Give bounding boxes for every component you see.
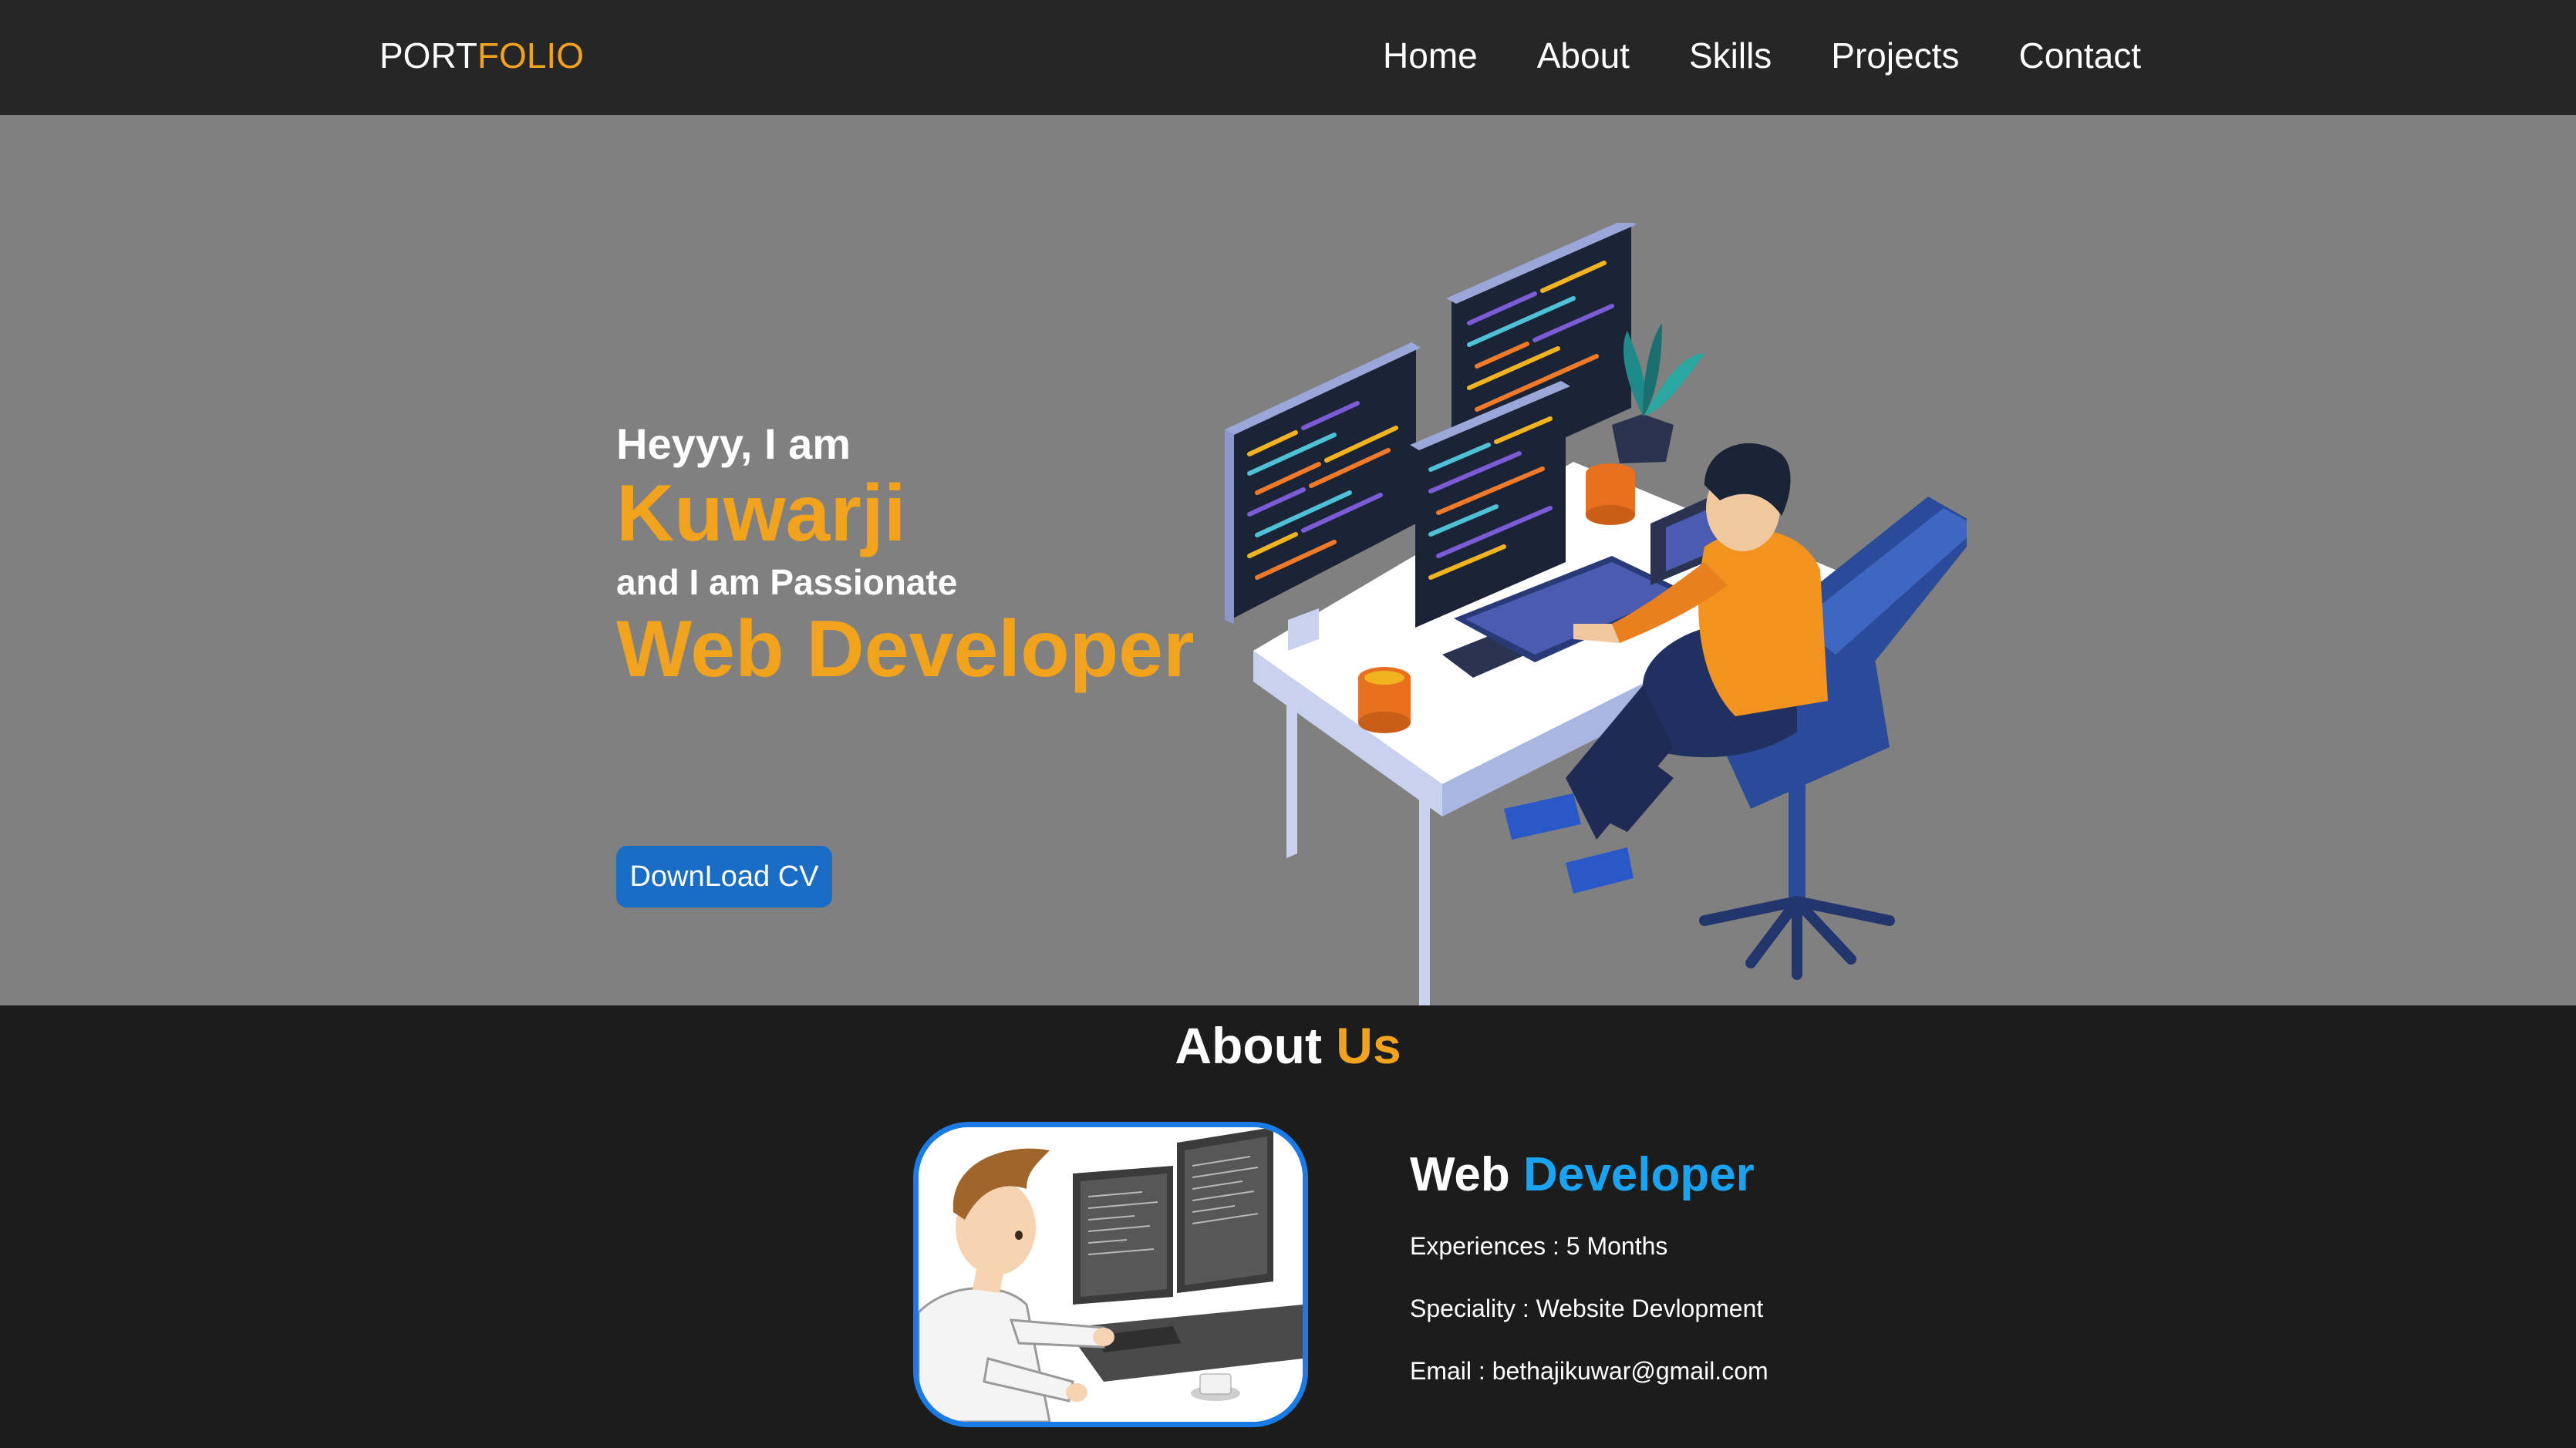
- nav-link-contact[interactable]: Contact: [2018, 35, 2141, 76]
- nav-link-about[interactable]: About: [1537, 35, 1630, 76]
- about-info-title-web: Web: [1410, 1148, 1510, 1201]
- speciality-label: Speciality :: [1410, 1295, 1529, 1322]
- email-value: bethajikuwar@gmail.com: [1492, 1357, 1768, 1385]
- nav-link-home[interactable]: Home: [1383, 35, 1478, 76]
- email-label: Email :: [1410, 1357, 1485, 1385]
- about-info-title-developer: Developer: [1523, 1148, 1755, 1201]
- experience-label: Experiences :: [1410, 1232, 1559, 1260]
- nav-link-skills[interactable]: Skills: [1689, 35, 1772, 76]
- about-title: About Us: [0, 1015, 2576, 1076]
- email-row: Email : bethajikuwar@gmail.com: [1410, 1355, 2104, 1386]
- nav-links: Home About Skills Projects Contact: [1383, 34, 2141, 77]
- hero-text: Heyyy, I am Kuwarji and I am Passionate …: [616, 419, 1202, 908]
- logo-text-port: PORT: [379, 35, 477, 76]
- hero-greeting: Heyyy, I am: [616, 419, 851, 468]
- about-title-about: About: [1175, 1017, 1322, 1074]
- navbar: PORTFOLIO Home About Skills Projects Con…: [0, 0, 2576, 115]
- about-info: Web Developer Experiences : 5 Months Spe…: [1410, 1147, 2104, 1386]
- about-photo-frame: [913, 1122, 1308, 1427]
- hero-passion: and I am Passionate: [616, 562, 958, 602]
- about-title-us: Us: [1336, 1017, 1401, 1074]
- experience-row: Experiences : 5 Months: [1410, 1231, 2104, 1261]
- hero-name: Kuwarji: [616, 469, 906, 558]
- experience-value: 5 Months: [1566, 1232, 1668, 1260]
- speciality-row: Speciality : Website Devlopment: [1410, 1293, 2104, 1324]
- speciality-value: Website Devlopment: [1536, 1295, 1764, 1322]
- hero-role: Web Developer: [616, 604, 1195, 694]
- hero-section: Heyyy, I am Kuwarji and I am Passionate …: [0, 115, 2576, 1005]
- about-info-title: Web Developer: [1410, 1147, 2104, 1203]
- logo[interactable]: PORTFOLIO: [379, 34, 584, 77]
- nav-link-projects[interactable]: Projects: [1831, 35, 1959, 76]
- download-cv-button[interactable]: DownLoad CV: [616, 846, 832, 908]
- developer-at-desk-illustration: [1225, 223, 1967, 1005]
- logo-text-folio: FOLIO: [477, 35, 584, 76]
- developer-at-computer-cartoon: [919, 1127, 1303, 1422]
